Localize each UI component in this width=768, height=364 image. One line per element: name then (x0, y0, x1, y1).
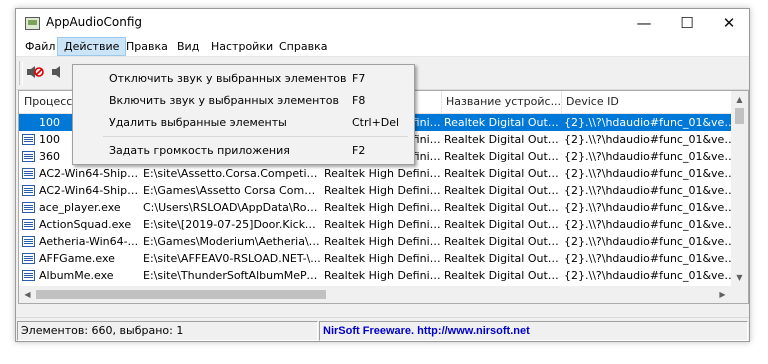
table-cell: C:\Users\RSLOAD\AppData\Roa... (143, 201, 321, 214)
table-row[interactable]: AC2-Win64-Shipp... E:\Games\Assetto Corsa… (19, 182, 736, 199)
table-cell: Realtek Digital Output (441, 114, 561, 131)
menu-item-label: Отключить звук у выбранных элементов (109, 72, 347, 85)
table-cell: E:\Games\Moderium\Aetheria\Bi... (143, 235, 321, 248)
table-cell: AC2-Win64-Shipp... (39, 184, 140, 197)
table-cell: Realtek Digital Output (444, 235, 561, 248)
table-cell: Realtek Digital Output (444, 269, 561, 282)
action-menu-dropdown: Отключить звук у выбранных элементов F7 … (72, 64, 415, 165)
table-cell: Realtek High Definiti... (324, 201, 441, 214)
table-cell: E:\site\[2019-07-25]Door.Kicker... (143, 218, 321, 231)
status-count: Элементов: 660, выбрано: 1 (17, 321, 318, 341)
table-cell: {2}.\\?\hdaudio#func_01&ven_... (564, 150, 736, 163)
table-cell: Realtek Digital Output (444, 252, 561, 265)
minimize-button[interactable]: — (623, 9, 665, 37)
table-row[interactable]: AFFGame.exe E:\site\AFFEAV0-RSLOAD.NET-\.… (19, 250, 736, 267)
menu-item-shortcut: F8 (352, 94, 366, 107)
table-cell: Realtek Digital Output (444, 167, 561, 180)
scroll-left-icon[interactable]: ◀ (19, 286, 36, 303)
table-cell: {2}.\\?\hdaudio#func_01&ven_... (564, 218, 736, 231)
table-cell: AC2-Win64-Shipp... (39, 167, 140, 180)
status-bar: Элементов: 660, выбрано: 1 NirSoft Freew… (16, 317, 749, 341)
vertical-scrollbar[interactable]: ▲ ▼ (731, 91, 748, 286)
table-cell: Realtek Digital Output (444, 133, 561, 146)
table-cell: Realtek High Definiti... (324, 269, 441, 282)
scroll-right-icon[interactable]: ▶ (714, 286, 731, 303)
table-row[interactable]: AlbumMe.exe E:\site\ThunderSoftAlbumMePor… (19, 267, 736, 284)
table-cell: Realtek Digital Output (444, 201, 561, 214)
menu-item-label: Включить звук у выбранных элементов (109, 94, 339, 107)
maximize-button[interactable]: ☐ (666, 9, 708, 37)
table-cell: {2}.\\?\hdaudio#func_01&ven_... (564, 252, 736, 265)
app-icon (25, 17, 40, 30)
table-row[interactable]: Aetheria-Win64-... E:\Games\Moderium\Aeth… (19, 233, 736, 250)
table-cell: {2}.\\?\hdaudio#func_01&ven_... (564, 167, 736, 180)
column-header-device-id[interactable]: Device ID (561, 91, 748, 113)
column-header-device-name[interactable]: Название устройс... (441, 91, 562, 113)
table-cell: AFFGame.exe (39, 252, 115, 265)
app-window: AppAudioConfig — ☐ ✕ Файл Действие Правк… (15, 8, 750, 342)
table-cell: {2}.\\?\hdaudio#func_01&ven_... (561, 114, 736, 131)
table-cell: AlbumMe.exe (39, 269, 114, 282)
menu-item-set-volume[interactable]: Задать громкость приложения F2 (75, 140, 412, 162)
scroll-down-icon[interactable]: ▼ (731, 269, 748, 286)
table-cell: E:\Games\Assetto Corsa Compe... (143, 184, 321, 197)
speaker-icon[interactable] (48, 63, 68, 81)
menu-separator (103, 136, 408, 137)
table-cell: Realtek High Definiti... (324, 235, 441, 248)
table-cell: Realtek High Definiti... (324, 218, 441, 231)
menu-item-label: Удалить выбранные элементы (109, 116, 287, 129)
table-cell: {2}.\\?\hdaudio#func_01&ven_... (564, 235, 736, 248)
menu-item-shortcut: Ctrl+Del (352, 116, 400, 129)
menu-item-shortcut: F7 (352, 72, 366, 85)
menu-view[interactable]: Вид (171, 37, 205, 56)
horizontal-scrollbar[interactable]: ◀ ▶ (19, 286, 731, 303)
table-cell: {2}.\\?\hdaudio#func_01&ven_... (564, 184, 736, 197)
menu-item-shortcut: F2 (352, 144, 366, 157)
status-link-pane: NirSoft Freeware. http://www.nirsoft.net (319, 321, 748, 341)
window-title: AppAudioConfig (46, 15, 143, 29)
vertical-scroll-thumb[interactable] (735, 108, 744, 124)
table-cell: E:\site\Assetto.Corsa.Competizi... (143, 167, 321, 180)
menu-item-label: Задать громкость приложения (109, 144, 290, 157)
title-bar: AppAudioConfig — ☐ ✕ (16, 9, 749, 37)
menu-bar: Файл Действие Правка Вид Настройки Справ… (16, 37, 749, 57)
toolbar-separator (19, 61, 23, 85)
table-cell: E:\site\ThunderSoftAlbumMePor... (143, 269, 321, 282)
table-cell: ace_player.exe (39, 201, 121, 214)
table-cell: {2}.\\?\hdaudio#func_01&ven_... (564, 133, 736, 146)
table-row[interactable]: ace_player.exe C:\Users\RSLOAD\AppData\Ro… (19, 199, 736, 216)
close-button[interactable]: ✕ (708, 9, 749, 37)
menu-item-delete-selected[interactable]: Удалить выбранные элементы Ctrl+Del (75, 112, 412, 134)
menu-help[interactable]: Справка (273, 37, 333, 56)
table-cell: Realtek High Definiti... (324, 252, 441, 265)
menu-edit[interactable]: Правка (120, 37, 174, 56)
table-cell: Realtek Digital Output (444, 184, 561, 197)
mute-icon[interactable] (25, 63, 45, 81)
scroll-corner (731, 286, 748, 303)
table-cell: {2}.\\?\hdaudio#func_01&ven_... (564, 201, 736, 214)
menu-action[interactable]: Действие (57, 37, 127, 56)
table-cell: Realtek Digital Output (444, 150, 561, 163)
table-cell: ActionSquad.exe (39, 218, 132, 231)
table-row[interactable]: ActionSquad.exe E:\site\[2019-07-25]Door.… (19, 216, 736, 233)
table-cell: Realtek High Definiti... (324, 167, 441, 180)
menu-file[interactable]: Файл (19, 37, 61, 56)
table-cell: {2}.\\?\hdaudio#func_01&ven_... (564, 269, 736, 282)
table-cell: Realtek High Definiti... (324, 184, 441, 197)
table-cell: Realtek Digital Output (444, 218, 561, 231)
menu-item-unmute-selected[interactable]: Включить звук у выбранных элементов F8 (75, 90, 412, 112)
menu-item-mute-selected[interactable]: Отключить звук у выбранных элементов F7 (75, 68, 412, 90)
nirsoft-link[interactable]: NirSoft Freeware. http://www.nirsoft.net (323, 325, 530, 337)
horizontal-scroll-thumb[interactable] (36, 290, 326, 299)
table-cell: E:\site\AFFEAV0-RSLOAD.NET-\... (143, 252, 321, 265)
table-cell: Aetheria-Win64-... (39, 235, 139, 248)
menu-settings[interactable]: Настройки (205, 37, 279, 56)
scroll-up-icon[interactable]: ▲ (731, 91, 748, 108)
table-row[interactable]: AC2-Win64-Shipp... E:\site\Assetto.Corsa.… (19, 165, 736, 182)
